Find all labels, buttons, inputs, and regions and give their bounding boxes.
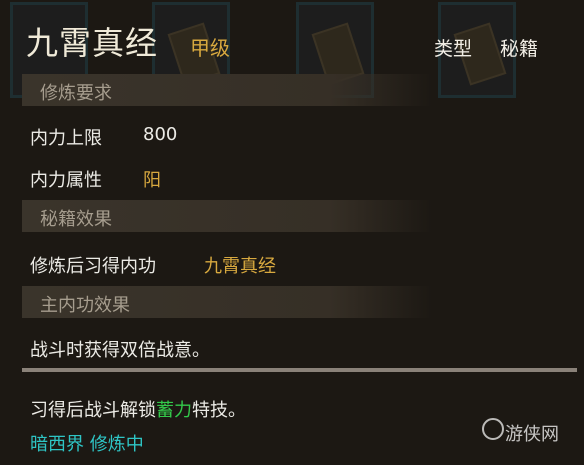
unlock-suffix: 特技。 [192, 400, 246, 421]
learn-value: 九霄真经 [204, 256, 276, 277]
requirements-header: 修炼要求 [22, 74, 432, 106]
watermark-logo-icon [482, 418, 504, 440]
watermark-text: 游侠网 [505, 424, 559, 445]
unlock-skill: 蓄力 [156, 400, 192, 421]
status-state: 修炼中 [89, 434, 144, 455]
status-line: 暗西界 修炼中 [30, 430, 144, 456]
main-effect-header: 主内功效果 [22, 286, 432, 318]
neili-attr-value: 阳 [143, 170, 161, 191]
main-effect-header-label: 主内功效果 [40, 295, 130, 316]
neili-attr-label: 内力属性 [30, 170, 102, 191]
learn-label: 修炼后习得内功 [30, 256, 156, 277]
type-label: 类型 [434, 38, 473, 60]
status-location: 暗西界 [30, 434, 84, 455]
requirements-header-label: 修炼要求 [40, 83, 112, 104]
type-value: 秘籍 [500, 38, 539, 60]
effects-header: 秘籍效果 [22, 200, 432, 232]
item-grade: 甲级 [190, 36, 230, 60]
effects-header-label: 秘籍效果 [40, 209, 112, 230]
neili-limit-value: 800 [143, 124, 178, 145]
unlock-prefix: 习得后战斗解锁 [30, 400, 156, 421]
divider [22, 368, 577, 372]
neili-limit-label: 内力上限 [30, 128, 102, 149]
item-name: 九霄真经 [26, 24, 159, 62]
main-effect-text: 战斗时获得双倍战意。 [30, 340, 210, 361]
unlock-line: 习得后战斗解锁蓄力特技。 [30, 396, 246, 422]
